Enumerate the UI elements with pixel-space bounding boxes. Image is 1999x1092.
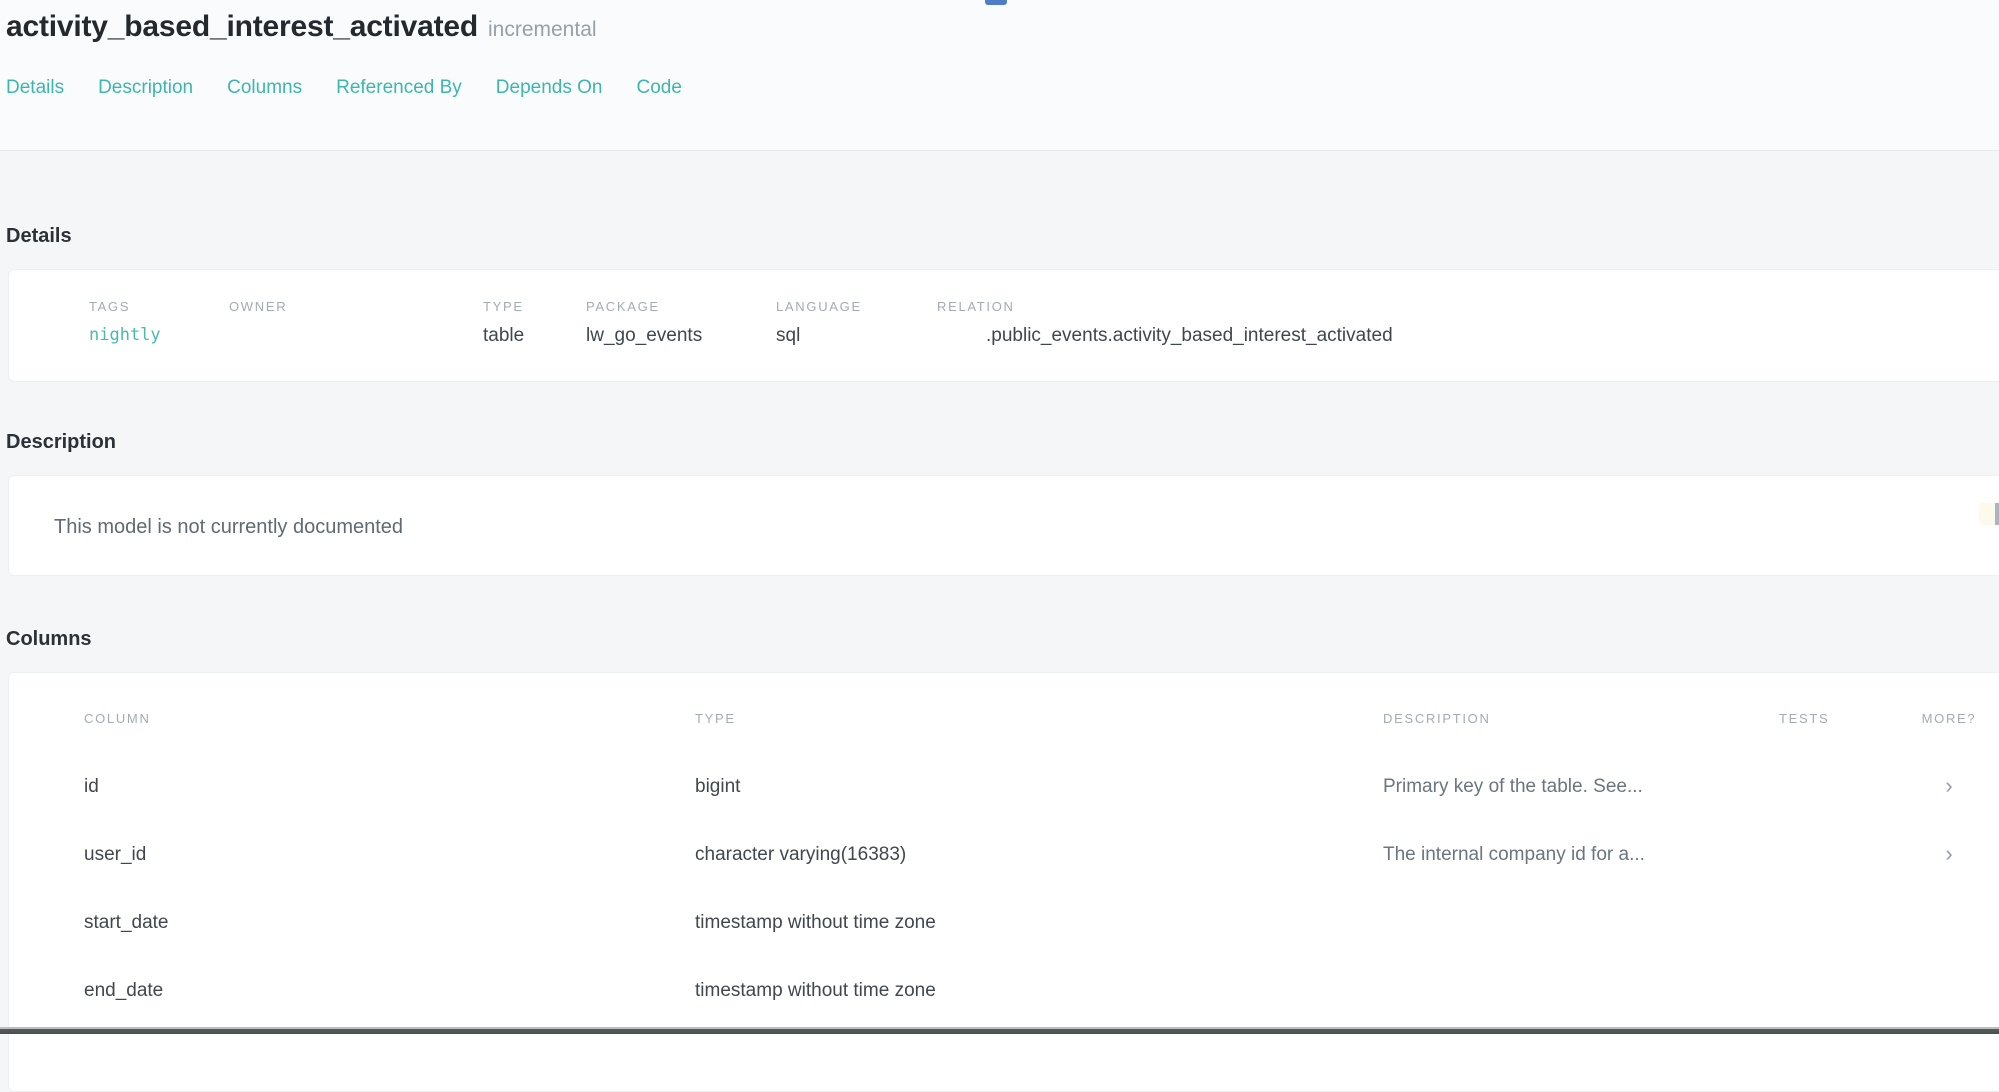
- cropped-top-element: [985, 0, 1007, 5]
- details-section-heading: Details: [6, 225, 1999, 248]
- cell-more: ›: [1899, 843, 1999, 867]
- tab-depends-on[interactable]: Depends On: [496, 77, 603, 99]
- cell-column-type: character varying(16383): [695, 844, 1383, 866]
- tab-details[interactable]: Details: [6, 77, 64, 99]
- table-row-end-date[interactable]: end_datetimestamp without time zone: [9, 957, 1999, 1025]
- detail-field-language: LANGUAGE sql: [776, 299, 937, 381]
- detail-field-value: sql: [776, 325, 937, 347]
- detail-field-package: PACKAGE lw_go_events: [586, 299, 776, 381]
- table-row-id[interactable]: idbigintPrimary key of the table. See...…: [9, 753, 1999, 821]
- tab-description[interactable]: Description: [98, 77, 193, 99]
- table-row-start-date[interactable]: start_datetimestamp without time zone: [9, 889, 1999, 957]
- tab-referenced-by[interactable]: Referenced By: [336, 77, 462, 99]
- columns-section-heading: Columns: [6, 628, 1999, 651]
- detail-field-type: TYPE table: [483, 299, 586, 381]
- detail-field-label: TYPE: [483, 299, 586, 314]
- detail-field-label: OWNER: [229, 299, 483, 314]
- chevron-right-icon[interactable]: ›: [1945, 843, 1952, 865]
- cell-column-description: Primary key of the table. See...: [1383, 776, 1779, 798]
- column-header-column: COLUMN: [84, 711, 695, 726]
- materialization-badge: incremental: [488, 18, 597, 42]
- cell-column-type: timestamp without time zone: [695, 980, 1383, 1002]
- cropped-right-element: [1979, 503, 1999, 525]
- detail-field-label: RELATION: [937, 299, 1393, 314]
- tabs: Details Description Columns Referenced By De…: [6, 77, 1999, 99]
- tab-code[interactable]: Code: [636, 77, 681, 99]
- detail-field-tags: TAGS nightly: [89, 299, 229, 381]
- cell-column-type: timestamp without time zone: [695, 912, 1383, 934]
- column-header-type: TYPE: [695, 711, 1383, 726]
- columns-table-body: idbigintPrimary key of the table. See...…: [9, 753, 1999, 1025]
- detail-field-label: TAGS: [89, 299, 229, 314]
- chevron-right-icon[interactable]: ›: [1945, 775, 1952, 797]
- detail-field-label: PACKAGE: [586, 299, 776, 314]
- column-header-description: DESCRIPTION: [1383, 711, 1779, 726]
- cell-column-name: user_id: [84, 844, 695, 866]
- column-header-tests: TESTS: [1779, 711, 1899, 726]
- window-bottom-edge: [0, 1027, 1999, 1034]
- cell-column-name: start_date: [84, 912, 695, 934]
- detail-field-label: LANGUAGE: [776, 299, 937, 314]
- cell-column-description: The internal company id for a...: [1383, 844, 1779, 866]
- detail-field-relation: RELATION .public_events.activity_based_in…: [937, 299, 1393, 381]
- cell-more: ›: [1899, 775, 1999, 799]
- page-title: activity_based_interest_activated: [6, 10, 478, 44]
- column-header-more: MORE?: [1899, 711, 1999, 726]
- cell-column-name: end_date: [84, 980, 695, 1002]
- model-header: activity_based_interest_activated increm…: [0, 0, 1999, 151]
- tab-columns[interactable]: Columns: [227, 77, 302, 99]
- detail-field-owner: OWNER: [229, 299, 483, 381]
- description-section-heading: Description: [6, 431, 1999, 454]
- description-text: This model is not currently documented: [54, 516, 1999, 539]
- main-content: Details TAGSnightlyOWNERTYPEtablePACKAGE…: [0, 225, 1999, 1092]
- description-card: This model is not currently documented: [8, 475, 1999, 576]
- table-row-user-id[interactable]: user_idcharacter varying(16383)The inter…: [9, 821, 1999, 889]
- detail-field-value: .public_events.activity_based_interest_a…: [937, 325, 1393, 347]
- detail-field-value: table: [483, 325, 586, 347]
- cell-column-name: id: [84, 776, 695, 798]
- cell-column-type: bigint: [695, 776, 1383, 798]
- columns-table-header: COLUMNTYPEDESCRIPTIONTESTSMORE?: [9, 711, 1999, 753]
- details-card: TAGS nightlyOWNERTYPE tablePACKAGE lw_go_ev…: [8, 269, 1999, 382]
- tag-link[interactable]: nightly: [89, 325, 229, 345]
- detail-field-value: lw_go_events: [586, 325, 776, 347]
